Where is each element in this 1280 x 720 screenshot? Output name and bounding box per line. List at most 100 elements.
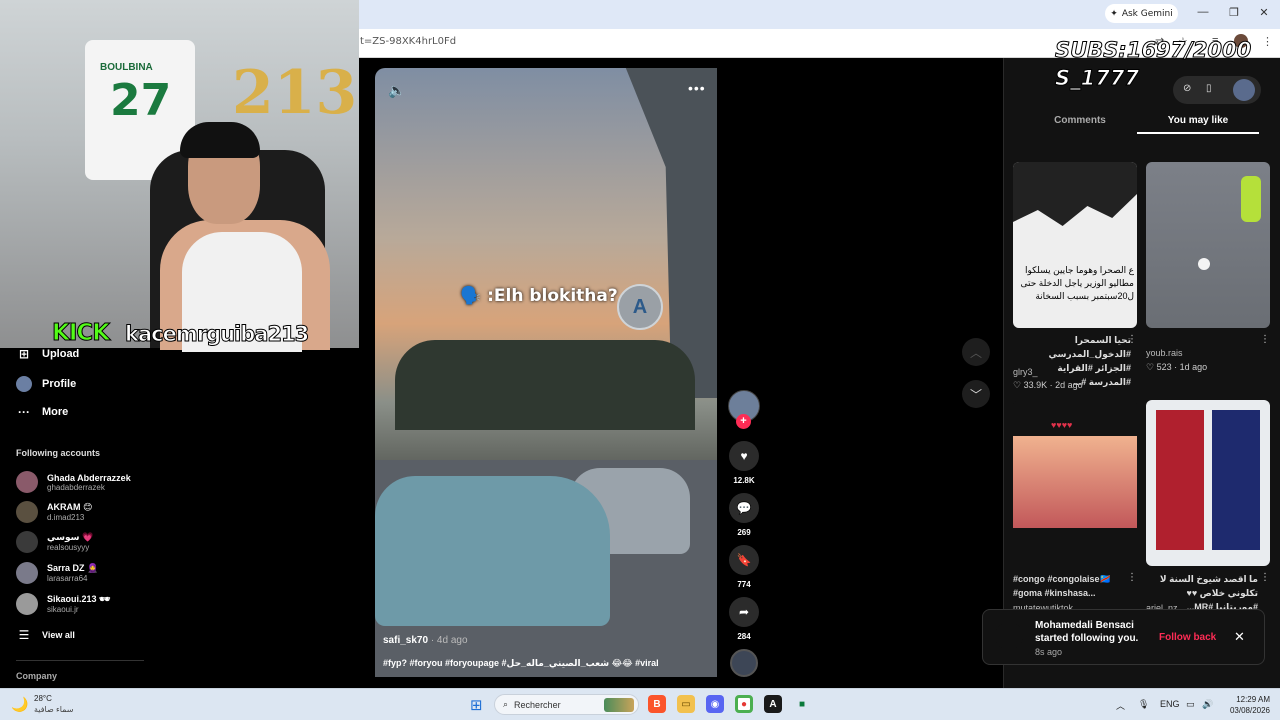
language-indicator[interactable]: ENG: [1160, 699, 1180, 709]
account-handle: sikaoui.jr: [47, 605, 79, 614]
weather-temperature[interactable]: 28°C: [34, 694, 52, 703]
taskbar-clock[interactable]: 12:29 AM 03/08/2026: [1226, 694, 1270, 716]
app-a-icon[interactable]: A: [764, 695, 782, 713]
comment-icon: 💬: [736, 501, 752, 515]
follow-back-button[interactable]: Follow back: [1159, 632, 1216, 643]
share-count: 284: [737, 632, 751, 641]
menu-kebab-icon[interactable]: ⋮: [1262, 35, 1273, 48]
thumbnail-blue-door: [1212, 410, 1260, 550]
avatar: [16, 471, 38, 493]
sidebar-item-profile[interactable]: Profile: [16, 376, 76, 392]
close-window-icon[interactable]: ✕: [1256, 6, 1272, 19]
profile-avatar-icon: [16, 376, 32, 392]
view-all-label: View all: [42, 630, 75, 640]
close-icon[interactable]: ✕: [1234, 629, 1245, 645]
item-stats: ♡ 33.9K · 2d ago: [1013, 380, 1083, 390]
following-account[interactable]: AKRAM 😊 d.imad213: [16, 499, 92, 525]
item-user[interactable]: glry3_: [1013, 367, 1038, 377]
account-handle: realsousyyy: [47, 543, 90, 552]
chrome-icon[interactable]: ●: [735, 695, 753, 713]
music-disc-icon[interactable]: [730, 649, 758, 677]
network-icon[interactable]: ▭: [1186, 699, 1195, 710]
account-name: Sikaoui.213 🕶: [47, 594, 111, 604]
view-all-link[interactable]: ☰ View all: [16, 628, 75, 642]
account-handle: d.imad213: [47, 513, 85, 522]
next-video-button[interactable]: ﹀: [962, 380, 990, 408]
notification-text: Mohamedali Bensaci started following you.: [1035, 619, 1138, 645]
thumbnail-red-door: [1156, 410, 1204, 550]
tray-chevron-up-icon[interactable]: ︿: [1116, 699, 1125, 712]
windows-start-icon[interactable]: ⊞: [470, 696, 483, 714]
phone-icon[interactable]: ▯: [1206, 83, 1212, 94]
account-name: سوسي 💗: [47, 532, 94, 542]
microphone-icon[interactable]: 🎙: [1138, 699, 1149, 710]
file-explorer-icon[interactable]: ▭: [677, 695, 695, 713]
notification-avatar[interactable]: [995, 622, 1023, 650]
company-link[interactable]: Company: [16, 671, 57, 681]
item-user[interactable]: youb.rais: [1146, 348, 1183, 358]
kick-logo: KICK: [51, 320, 110, 347]
sidebar-item-more[interactable]: ··· More: [16, 405, 68, 419]
recommended-thumbnail[interactable]: ♥♥♥♥: [1013, 400, 1137, 566]
recommended-thumbnail[interactable]: [1146, 162, 1270, 328]
url-text[interactable]: t=ZS-98XK4hrL0Fd: [360, 36, 456, 47]
tab-comments[interactable]: Comments: [1015, 115, 1145, 126]
sidebar-item-label: Profile: [42, 378, 77, 390]
share-button[interactable]: ➦: [729, 597, 759, 627]
save-count: 774: [737, 580, 751, 589]
account-handle: larasarra64: [47, 574, 88, 583]
taskbar-search[interactable]: ⌕ Rechercher: [494, 694, 639, 715]
volume-icon[interactable]: 🔈: [388, 82, 405, 99]
tab-you-may-like[interactable]: You may like: [1137, 115, 1259, 126]
minimize-icon[interactable]: —: [1195, 6, 1211, 18]
account-name: Sarra DZ 🧕: [47, 563, 99, 573]
brave-browser-icon[interactable]: B: [648, 695, 666, 713]
comment-button[interactable]: 💬: [729, 493, 759, 523]
item-more-icon[interactable]: ⋮: [1260, 334, 1270, 345]
account-handle: ghadabderrazek: [47, 482, 105, 492]
author-handle[interactable]: safi_sk70: [383, 635, 428, 646]
volume-tray-icon[interactable]: 🔊: [1202, 699, 1213, 710]
recommended-thumbnail[interactable]: [1146, 400, 1270, 566]
item-description[interactable]: #congo #congolaise🇨🇩 #goma #kinshasa...: [1013, 572, 1125, 600]
panel-avatar[interactable]: [1233, 79, 1255, 101]
previous-video-button[interactable]: ︿: [962, 338, 990, 366]
thumbnail-baby-art: [1013, 436, 1137, 528]
more-dots-icon: ···: [18, 405, 30, 419]
following-account[interactable]: Sikaoui.213 🕶 sikaoui.jr: [16, 591, 110, 617]
avatar: [16, 593, 38, 615]
recommended-thumbnail[interactable]: ع الصحرا وهوما جايين يسلكوا مطاليو الوزي…: [1013, 162, 1137, 328]
item-more-icon[interactable]: ⋮: [1127, 572, 1137, 583]
post-time: · 4d ago: [428, 635, 468, 646]
follow-plus-icon[interactable]: +: [736, 414, 751, 429]
video-author[interactable]: safi_sk70 · 4d ago: [383, 635, 468, 646]
item-more-icon[interactable]: ⋮: [1260, 572, 1270, 583]
moon-weather-icon[interactable]: 🌙: [11, 696, 28, 713]
bookmark-icon: 🔖: [736, 553, 752, 567]
following-account[interactable]: Sarra DZ 🧕 larasarra64: [16, 560, 98, 586]
kick-app-icon[interactable]: ■: [793, 695, 811, 713]
sidebar-item-upload[interactable]: ⊞ Upload: [16, 347, 79, 361]
notification-user[interactable]: Mohamedali Bensaci: [1035, 619, 1138, 632]
avatar: [16, 562, 38, 584]
following-account[interactable]: Ghada Abderrazzek ghadabderrazek: [16, 469, 131, 495]
discord-icon[interactable]: ◉: [706, 695, 724, 713]
search-icon: ⌕: [503, 699, 509, 709]
compass-icon[interactable]: ⊘: [1183, 83, 1191, 94]
streamer-name: kacemrguiba213: [124, 322, 309, 347]
item-more-icon[interactable]: ⋮: [1127, 334, 1137, 345]
avatar: [16, 501, 38, 523]
restore-icon[interactable]: ❐: [1226, 6, 1242, 19]
search-placeholder: Rechercher: [514, 699, 561, 710]
video-car-blue: [375, 476, 610, 626]
thumbnail-overlay-text: ع الصحرا وهوما جايين يسلكوا مطاليو الوزي…: [1020, 265, 1134, 301]
video-more-icon[interactable]: •••: [688, 80, 706, 96]
following-account[interactable]: سوسي 💗 realsousyyy: [16, 529, 93, 555]
chevron-up-icon: ︿: [969, 345, 982, 360]
ask-gemini-button[interactable]: ✦ Ask Gemini: [1105, 4, 1178, 23]
search-highlight-image: [604, 697, 634, 712]
share-arrow-icon: ➦: [738, 605, 750, 619]
taskbar: [0, 688, 1280, 720]
like-button[interactable]: ♥: [729, 441, 759, 471]
save-button[interactable]: 🔖: [729, 545, 759, 575]
